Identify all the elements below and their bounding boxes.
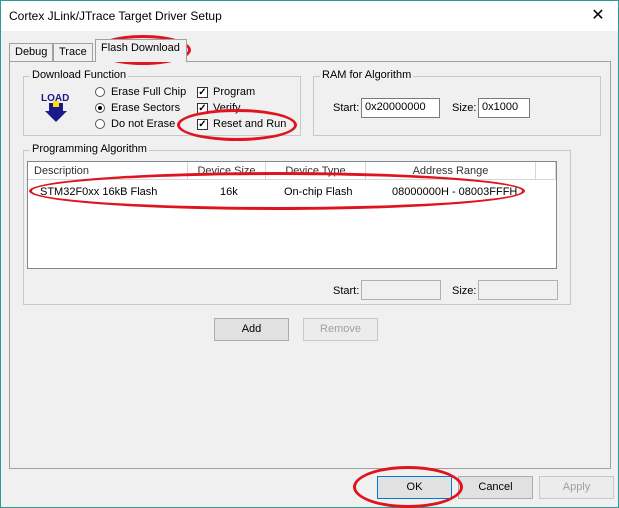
tab-label: Flash Download bbox=[101, 42, 180, 54]
remove-button[interactable]: Remove bbox=[303, 318, 378, 341]
column-header-filler bbox=[536, 162, 556, 180]
row-device-size: 16k bbox=[220, 186, 238, 198]
row-address-range: 08000000H - 08003FFFH bbox=[392, 186, 518, 198]
do-not-erase-radio[interactable]: Do not Erase bbox=[95, 118, 175, 130]
program-checkbox[interactable]: ✓ Program bbox=[197, 86, 255, 98]
column-header-label: Description bbox=[34, 165, 90, 177]
column-header-label: Device Type bbox=[285, 165, 346, 177]
radio-label: Erase Sectors bbox=[111, 102, 181, 114]
column-header-description[interactable]: Description bbox=[28, 162, 188, 180]
column-header-label: Device Size bbox=[197, 165, 256, 177]
reset-and-run-checkbox[interactable]: ✓ Reset and Run bbox=[197, 118, 286, 130]
dialog-window: Cortex JLink/JTrace Target Driver Setup … bbox=[0, 0, 619, 508]
ram-start-label: Start: bbox=[333, 102, 360, 114]
column-header-device-size[interactable]: Device Size bbox=[188, 162, 266, 180]
radio-circle bbox=[95, 103, 105, 113]
load-icon: LOAD bbox=[39, 89, 73, 123]
add-button[interactable]: Add bbox=[214, 318, 289, 341]
radio-circle bbox=[95, 119, 105, 129]
checkbox-label: Reset and Run bbox=[213, 118, 287, 130]
erase-sectors-radio[interactable]: Erase Sectors bbox=[95, 102, 180, 114]
apply-button[interactable]: Apply bbox=[539, 476, 614, 499]
ram-start-input[interactable]: 0x20000000 bbox=[361, 98, 440, 118]
tab-flash-download[interactable]: Flash Download bbox=[95, 39, 187, 62]
checkbox-box: ✓ bbox=[197, 102, 208, 114]
tab-label: Debug bbox=[15, 46, 48, 58]
algorithm-start-input[interactable] bbox=[361, 280, 441, 300]
row-description: STM32F0xx 16kB Flash bbox=[40, 186, 158, 198]
checkbox-label: Verify bbox=[213, 102, 241, 114]
column-header-address-range[interactable]: Address Range bbox=[366, 162, 536, 180]
ok-button[interactable]: OK bbox=[377, 476, 452, 499]
ram-size-label: Size: bbox=[452, 102, 477, 114]
radio-circle bbox=[95, 87, 105, 97]
checkbox-box: ✓ bbox=[197, 118, 208, 130]
checkbox-box: ✓ bbox=[197, 86, 208, 98]
tab-debug[interactable]: Debug bbox=[9, 43, 53, 61]
tab-trace[interactable]: Trace bbox=[53, 43, 93, 61]
title-bar: Cortex JLink/JTrace Target Driver Setup … bbox=[1, 1, 618, 31]
verify-checkbox[interactable]: ✓ Verify bbox=[197, 102, 241, 114]
tab-label: Trace bbox=[59, 46, 87, 58]
algorithm-size-input[interactable] bbox=[478, 280, 558, 300]
checkbox-label: Program bbox=[213, 86, 256, 98]
group-legend: Download Function bbox=[30, 69, 129, 81]
algorithm-size-label: Size: bbox=[452, 285, 477, 297]
column-header-device-type[interactable]: Device Type bbox=[266, 162, 366, 180]
algorithm-start-label: Start: bbox=[333, 285, 360, 297]
close-icon[interactable]: ✕ bbox=[588, 6, 608, 26]
row-device-type: On-chip Flash bbox=[284, 186, 353, 198]
radio-label: Erase Full Chip bbox=[111, 86, 187, 98]
column-header-label: Address Range bbox=[412, 165, 489, 177]
algorithm-list[interactable]: Description Device Size Device Type Addr… bbox=[27, 161, 557, 269]
group-legend: RAM for Algorithm bbox=[320, 69, 414, 81]
erase-full-chip-radio[interactable]: Erase Full Chip bbox=[95, 86, 186, 98]
window-title: Cortex JLink/JTrace Target Driver Setup bbox=[9, 9, 222, 23]
group-legend: Programming Algorithm bbox=[30, 143, 149, 155]
radio-label: Do not Erase bbox=[111, 118, 176, 130]
cancel-button[interactable]: Cancel bbox=[458, 476, 533, 499]
ram-size-input[interactable]: 0x1000 bbox=[478, 98, 530, 118]
